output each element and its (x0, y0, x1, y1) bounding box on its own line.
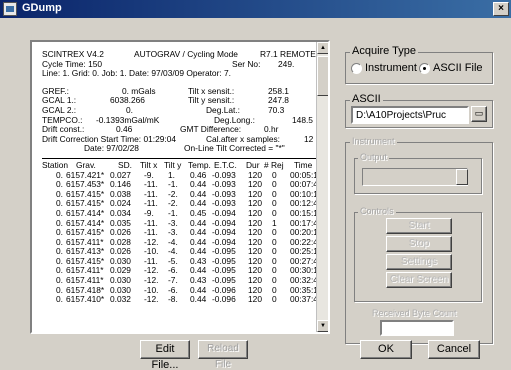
text-scrollbar[interactable]: ▲ ▼ (316, 42, 328, 332)
stop-button[interactable]: Stop (386, 236, 452, 252)
reload-file-button[interactable]: Reload File (198, 340, 248, 370)
data-text-pane[interactable]: SCINTREX V4.2 AUTOGRAV / Cycling Mode R7… (30, 40, 330, 334)
ascii-label: ASCII (350, 93, 383, 105)
byte-count-label: Received Byte Count (372, 308, 457, 318)
data-rows: 0. 6157.421* 0.027 -9. 1. 0.46 -0.093 120 0 00:05… (42, 170, 323, 305)
header-text: 249. (278, 58, 295, 69)
param-text: 148.5 (292, 114, 313, 125)
instrument-label: Instrument (350, 136, 397, 146)
param-text: 12 (304, 133, 314, 144)
output-label: Output (358, 152, 390, 162)
table-row: 0. 6157.410* 0.032 -12. -8. 0.44 -0.096 120 0 00:… (42, 294, 323, 305)
table-cell: 0.032 (110, 294, 131, 305)
table-cell: -8. (168, 294, 178, 305)
title-bar: GDump × (0, 0, 511, 18)
table-cell: 6157.410* (66, 294, 105, 305)
param-text: Date: 97/02/28 (84, 143, 139, 154)
close-button[interactable]: × (493, 2, 509, 16)
instrument-radio[interactable] (351, 63, 362, 74)
start-button[interactable]: Start (386, 218, 452, 234)
scroll-up-icon[interactable]: ▲ (317, 42, 328, 54)
window-title: GDump (22, 2, 62, 14)
cancel-button[interactable]: Cancel (428, 340, 480, 359)
edit-file-button[interactable]: Edit File... (140, 340, 190, 370)
scroll-down-icon[interactable]: ▼ (317, 320, 328, 332)
header-text: Line: 1. Grid: 0. Job: 1. Date: 97/03/09… (42, 68, 232, 79)
ascii-path-field[interactable]: D:\A10Projects\Pruc (351, 106, 469, 124)
app-icon (3, 2, 17, 16)
header-line: Line: 1. Grid: 0. Job: 1. Date: 97/03/09… (42, 69, 318, 79)
table-cell: -0.096 (212, 294, 236, 305)
param-line: GCAL 2.: 0. Deg.Lat.: 70.3 (42, 104, 318, 116)
instrument-radio-label[interactable]: Instrument (365, 62, 417, 74)
param-line: Date: 97/02/28 On-Line Tilt Corrected = … (42, 144, 318, 154)
param-text: On-Line Tilt Corrected = "*" (184, 143, 285, 154)
ascii-file-radio-label[interactable]: ASCII File (433, 62, 483, 74)
ascii-file-radio[interactable] (419, 63, 430, 74)
byte-count-field (380, 320, 454, 336)
clear-screen-button[interactable]: Clear Screen (386, 272, 452, 288)
table-cell: 0 (272, 294, 277, 305)
header-text: Ser No: (232, 58, 261, 69)
settings-button[interactable]: Settings (386, 254, 452, 270)
acquire-type-label: Acquire Type (350, 45, 419, 57)
controls-label: Controls (358, 206, 396, 216)
output-slider-thumb[interactable] (456, 169, 468, 185)
table-cell: 120 (248, 294, 262, 305)
param-text: 70.3 (268, 104, 285, 115)
table-cell: -12. (144, 294, 159, 305)
browse-button[interactable]: ▭ (471, 106, 487, 122)
table-cell: 0. (56, 294, 63, 305)
dialog-body: SCINTREX V4.2 AUTOGRAV / Cycling Mode R7… (0, 18, 511, 370)
table-cell: 0.44 (190, 294, 207, 305)
ok-button[interactable]: OK (360, 340, 412, 359)
output-slider[interactable] (362, 168, 468, 186)
scroll-thumb[interactable] (317, 56, 328, 96)
data-text-content: SCINTREX V4.2 AUTOGRAV / Cycling Mode R7… (42, 49, 323, 305)
header-text: AUTOGRAV / Cycling Mode (134, 49, 238, 59)
